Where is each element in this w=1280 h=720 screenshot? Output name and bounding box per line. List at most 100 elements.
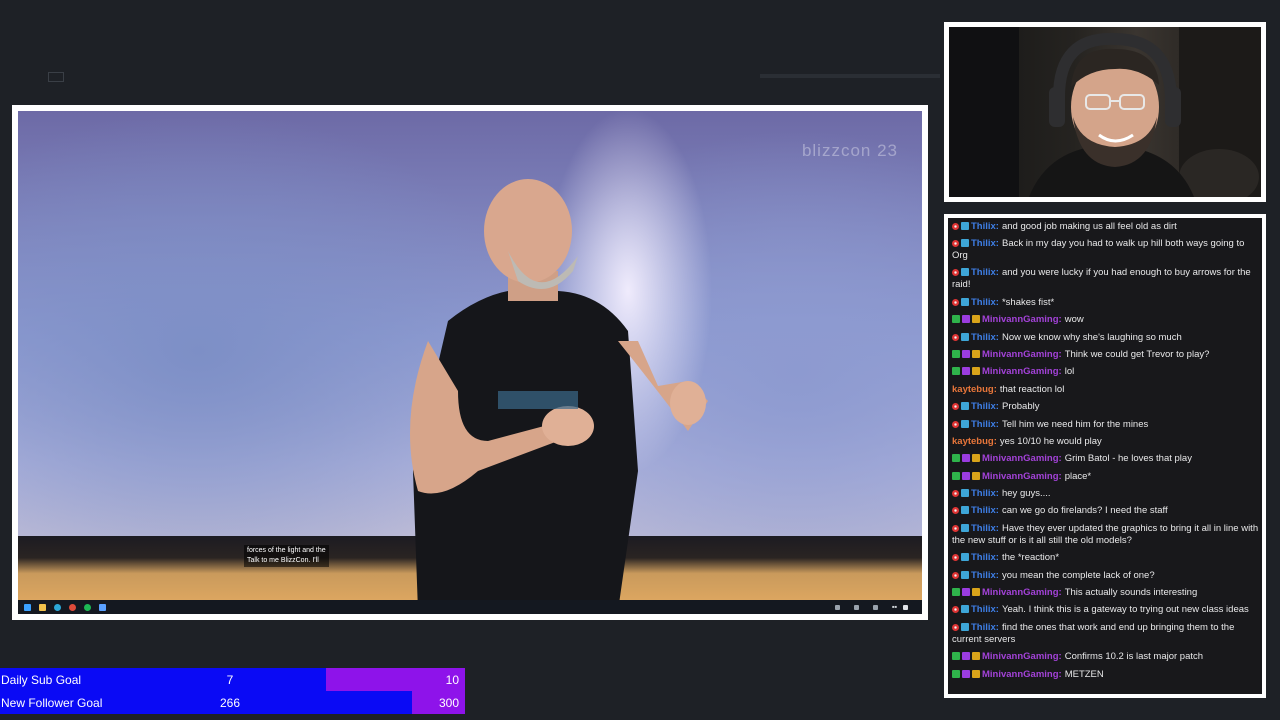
red-badge-icon[interactable]: [952, 524, 959, 532]
chat-username[interactable]: MinivannGaming:: [982, 587, 1062, 598]
chat-username[interactable]: MinivannGaming:: [982, 453, 1062, 464]
purple-badge-icon[interactable]: [962, 349, 970, 358]
blue-badge-icon[interactable]: [961, 239, 969, 248]
red-badge-icon[interactable]: [952, 222, 959, 230]
purple-badge-icon[interactable]: [962, 471, 970, 480]
tray-volume-icon[interactable]: [873, 604, 879, 610]
gold-badge-icon[interactable]: [972, 669, 980, 678]
red-badge-icon[interactable]: [952, 269, 959, 277]
follower-goal-current: 266: [220, 696, 241, 710]
gold-badge-icon[interactable]: [972, 454, 980, 463]
edge-browser-icon[interactable]: [54, 603, 61, 611]
chat-username[interactable]: Thilix:: [971, 297, 999, 308]
follower-goal-target: 300: [438, 696, 459, 710]
purple-badge-icon[interactable]: [962, 454, 970, 463]
chat-message-list: Thilix: and good job making us all feel o…: [952, 221, 1260, 686]
red-badge-icon[interactable]: [952, 623, 959, 631]
gold-badge-icon[interactable]: [972, 367, 980, 376]
blue-badge-icon[interactable]: [961, 523, 969, 532]
chat-message: MinivannGaming: This actually sounds inte…: [952, 587, 1260, 599]
chat-text: Tell him we need him for the mines: [1001, 418, 1149, 430]
blue-badge-icon[interactable]: [961, 605, 969, 614]
tray-network-icon[interactable]: [854, 604, 860, 610]
chat-username[interactable]: Thilix:: [971, 267, 999, 278]
video-watermark: blizzcon 23: [801, 141, 898, 160]
chat-message: MinivannGaming: lol: [952, 366, 1260, 378]
gold-badge-icon[interactable]: [972, 588, 980, 597]
windows-start-icon[interactable]: [24, 603, 31, 611]
chat-message: kaytebug: yes 10/10 he would play: [952, 436, 1260, 448]
green-badge-icon[interactable]: [952, 349, 960, 358]
red-badge-icon[interactable]: [952, 571, 959, 579]
tray-chevron-icon[interactable]: [835, 604, 841, 610]
chat-username[interactable]: MinivannGaming:: [982, 366, 1062, 377]
chat-username[interactable]: Thilix:: [971, 332, 999, 343]
chat-username[interactable]: Thilix:: [971, 419, 999, 430]
chat-username[interactable]: kaytebug:: [952, 384, 997, 395]
chat-username[interactable]: Thilix:: [971, 221, 999, 232]
red-badge-icon[interactable]: [952, 507, 959, 515]
blue-badge-icon[interactable]: [961, 489, 969, 498]
green-badge-icon[interactable]: [952, 588, 960, 597]
taskbar-clock[interactable]: ■■: [892, 605, 897, 609]
gold-badge-icon[interactable]: [972, 652, 980, 661]
blue-badge-icon[interactable]: [961, 402, 969, 411]
green-badge-icon[interactable]: [952, 315, 960, 324]
chat-username[interactable]: Thilix:: [971, 238, 999, 249]
green-badge-icon[interactable]: [952, 471, 960, 480]
chat-username[interactable]: Thilix:: [971, 570, 999, 581]
purple-badge-icon[interactable]: [962, 652, 970, 661]
blue-badge-icon[interactable]: [961, 570, 969, 579]
chat-username[interactable]: Thilix:: [971, 401, 999, 412]
chat-username[interactable]: MinivannGaming:: [982, 314, 1062, 325]
red-badge-icon[interactable]: [952, 298, 959, 306]
purple-badge-icon[interactable]: [962, 588, 970, 597]
spotify-icon[interactable]: [84, 603, 91, 611]
chat-username[interactable]: MinivannGaming:: [982, 349, 1062, 360]
checkmark-app-icon[interactable]: [99, 603, 106, 611]
chat-username[interactable]: Thilix:: [971, 488, 999, 499]
chat-username[interactable]: MinivannGaming:: [982, 471, 1062, 482]
blue-badge-icon[interactable]: [961, 506, 969, 515]
gold-badge-icon[interactable]: [972, 471, 980, 480]
red-badge-icon[interactable]: [952, 403, 959, 411]
notification-icon[interactable]: [903, 604, 908, 610]
chat-panel[interactable]: Thilix: and good job making us all feel o…: [948, 218, 1262, 694]
chat-username[interactable]: Thilix:: [971, 604, 999, 615]
red-badge-icon[interactable]: [952, 554, 959, 562]
red-badge-icon[interactable]: [952, 490, 959, 498]
chrome-icon[interactable]: [69, 603, 76, 611]
chat-message: Thilix: *shakes fist*: [952, 297, 1260, 309]
bg-box-small: [48, 72, 64, 82]
gold-badge-icon[interactable]: [972, 349, 980, 358]
chat-username[interactable]: Thilix:: [971, 552, 999, 563]
chat-username[interactable]: MinivannGaming:: [982, 669, 1062, 680]
chat-username[interactable]: Thilix:: [971, 505, 999, 516]
chat-username[interactable]: kaytebug:: [952, 436, 997, 447]
green-badge-icon[interactable]: [952, 652, 960, 661]
goals-overlay: Daily Sub Goal 7 10 New Follower Goal 26…: [0, 668, 465, 716]
green-badge-icon[interactable]: [952, 669, 960, 678]
gold-badge-icon[interactable]: [972, 315, 980, 324]
blue-badge-icon[interactable]: [961, 268, 969, 277]
chat-username[interactable]: Thilix:: [971, 622, 999, 633]
red-badge-icon[interactable]: [952, 606, 959, 614]
blue-badge-icon[interactable]: [961, 622, 969, 631]
green-badge-icon[interactable]: [952, 367, 960, 376]
green-badge-icon[interactable]: [952, 454, 960, 463]
blue-badge-icon[interactable]: [961, 419, 969, 428]
purple-badge-icon[interactable]: [962, 367, 970, 376]
red-badge-icon[interactable]: [952, 240, 959, 248]
chat-username[interactable]: Thilix:: [971, 523, 999, 534]
blue-badge-icon[interactable]: [961, 297, 969, 306]
blue-badge-icon[interactable]: [961, 332, 969, 341]
file-explorer-icon[interactable]: [39, 603, 46, 611]
blue-badge-icon[interactable]: [961, 221, 969, 230]
purple-badge-icon[interactable]: [962, 315, 970, 324]
purple-badge-icon[interactable]: [962, 669, 970, 678]
video-player[interactable]: blizzcon 23 forces of the light and the …: [18, 111, 922, 614]
chat-username[interactable]: MinivannGaming:: [982, 651, 1062, 662]
red-badge-icon[interactable]: [952, 333, 959, 341]
blue-badge-icon[interactable]: [961, 553, 969, 562]
red-badge-icon[interactable]: [952, 420, 959, 428]
